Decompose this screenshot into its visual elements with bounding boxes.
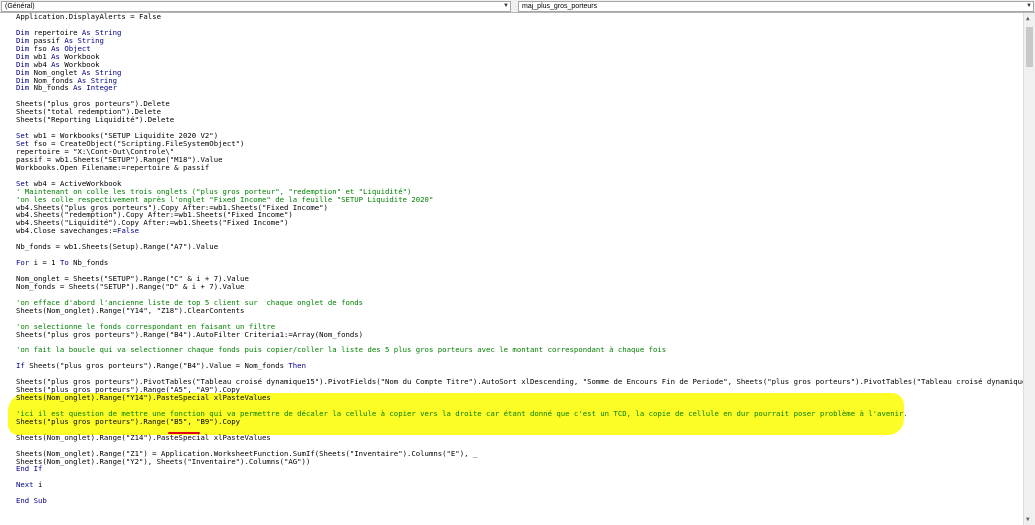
code-line[interactable]: wb4.Sheets("Liquidité").Copy After:=wb1.… [16, 219, 1035, 227]
code-text[interactable]: Application.DisplayAlerts = False Dim re… [16, 13, 1035, 505]
code-line[interactable]: Dim Nom_onglet As String [16, 68, 1035, 77]
code-line[interactable] [16, 489, 1035, 497]
procedure-dropdown-value: maj_plus_gros_porteurs [522, 3, 598, 10]
code-line[interactable]: If Sheets("plus gros porteurs").Range("B… [16, 362, 1035, 370]
code-token: wb4.Close savechanges:= [16, 226, 118, 236]
code-keyword: End Sub [16, 496, 47, 506]
code-line[interactable]: 'on fait la boucle qui va selectionner c… [16, 346, 1035, 354]
code-token: i [33, 480, 43, 490]
code-line[interactable]: Sheets(Nom_onglet).Range("Y14", "Z18").C… [16, 305, 1035, 315]
code-token: Workbooks.Open Filename:=repertoire & pa… [16, 162, 210, 172]
code-line[interactable]: Sheets("plus gros porteurs").Delete [16, 100, 1035, 108]
code-line[interactable] [16, 473, 1035, 481]
code-token: Nb_fonds = wb1.Sheets(Setup).Range("A7")… [16, 242, 219, 252]
code-line[interactable]: Dim Nom_fonds As String [16, 76, 1035, 85]
scrollbar-thumb[interactable] [1026, 27, 1033, 67]
code-line[interactable]: Dim passif As String [16, 36, 1035, 45]
code-token: Sheets(Nom_onglet).Range("Y14").PasteSpe… [16, 393, 271, 402]
procedure-dropdown[interactable]: maj_plus_gros_porteurs ▼ [518, 1, 1034, 12]
code-line[interactable]: Application.DisplayAlerts = False [16, 13, 1035, 21]
code-line[interactable] [16, 172, 1035, 180]
code-token: Sheets("plus gros porteurs").Range("B4")… [16, 329, 364, 339]
code-line[interactable]: Nb_fonds = wb1.Sheets(Setup).Range("A7")… [16, 243, 1035, 251]
code-line[interactable]: Nom_fonds = Sheets("SETUP").Range("D" & … [16, 281, 1035, 291]
code-line[interactable]: Dim repertoire As String [16, 28, 1035, 37]
code-token: Sheets("plus gros porteurs").Range("B4")… [24, 361, 289, 371]
code-line[interactable]: Sheets(Nom_onglet).Range("Y14").PasteSpe… [16, 394, 1035, 402]
code-line[interactable]: Dim Nb_fonds As Integer [16, 84, 1035, 92]
code-token: Sheets(Nom_onglet).Range("Y14", "Z18").C… [16, 305, 245, 315]
code-line[interactable]: Sheets("Reporting Liquidité").Delete [16, 116, 1035, 124]
code-line[interactable]: Sheets("plus gros porteurs").Range("B4")… [16, 329, 1035, 339]
code-line[interactable]: Dim wb4 As Workbook [16, 60, 1035, 69]
code-line[interactable]: End If [16, 465, 1035, 473]
object-dropdown-value: (Général) [5, 3, 35, 10]
code-line[interactable]: wb4.Close savechanges:=False [16, 227, 1035, 235]
code-line[interactable]: Workbooks.Open Filename:=repertoire & pa… [16, 162, 1035, 172]
object-dropdown[interactable]: (Général) ▼ [1, 1, 511, 12]
code-keyword: False [117, 226, 140, 236]
code-line[interactable] [16, 251, 1035, 259]
code-line[interactable]: Dim fso As Object [16, 44, 1035, 53]
scroll-up-icon[interactable]: ▲ [1026, 15, 1030, 22]
code-line[interactable]: End Sub [16, 497, 1035, 505]
code-line[interactable]: Sheets("plus gros porteurs").Range("B5",… [16, 416, 1035, 426]
code-token: Sheets(Nom_onglet).Range("Z14").PasteSpe… [16, 432, 271, 442]
code-line[interactable]: Sheets(Nom_onglet).Range("Z14").PasteSpe… [16, 432, 1035, 442]
code-token: Sheets(Nom_onglet).Range("Y2"), Sheets("… [16, 456, 311, 466]
code-keyword: As Integer [73, 83, 118, 93]
code-token: Application.DisplayAlerts = False [16, 12, 161, 21]
scroll-down-icon[interactable]: ▼ [1026, 516, 1030, 523]
code-token: Nb_fonds [68, 258, 109, 268]
code-keyword: Then [288, 361, 306, 371]
code-line[interactable]: Next i [16, 481, 1035, 489]
code-line[interactable]: For i = 1 To Nb_fonds [16, 259, 1035, 267]
code-token: Nom_fonds = Sheets("SETUP").Range("D" & … [16, 281, 245, 291]
code-keyword: To [59, 258, 69, 268]
code-token: Nb_fonds [29, 83, 74, 93]
code-token: i = 1 [29, 258, 60, 268]
code-line[interactable]: Dim wb1 As Workbook [16, 52, 1035, 61]
vertical-scrollbar[interactable]: ▲ ▼ [1023, 13, 1035, 525]
chevron-down-icon[interactable]: ▼ [503, 2, 509, 11]
code-token: Sheets("plus gros porteurs").Range("B5",… [16, 416, 241, 426]
chevron-down-icon[interactable]: ▼ [1026, 2, 1032, 11]
code-line[interactable]: Sheets(Nom_onglet).Range("Y2"), Sheets("… [16, 456, 1035, 466]
code-line[interactable] [16, 21, 1035, 29]
code-token: Sheets("Reporting Liquidité").Delete [16, 115, 175, 125]
code-comment: 'on fait la boucle qui va selectionner c… [16, 345, 667, 355]
